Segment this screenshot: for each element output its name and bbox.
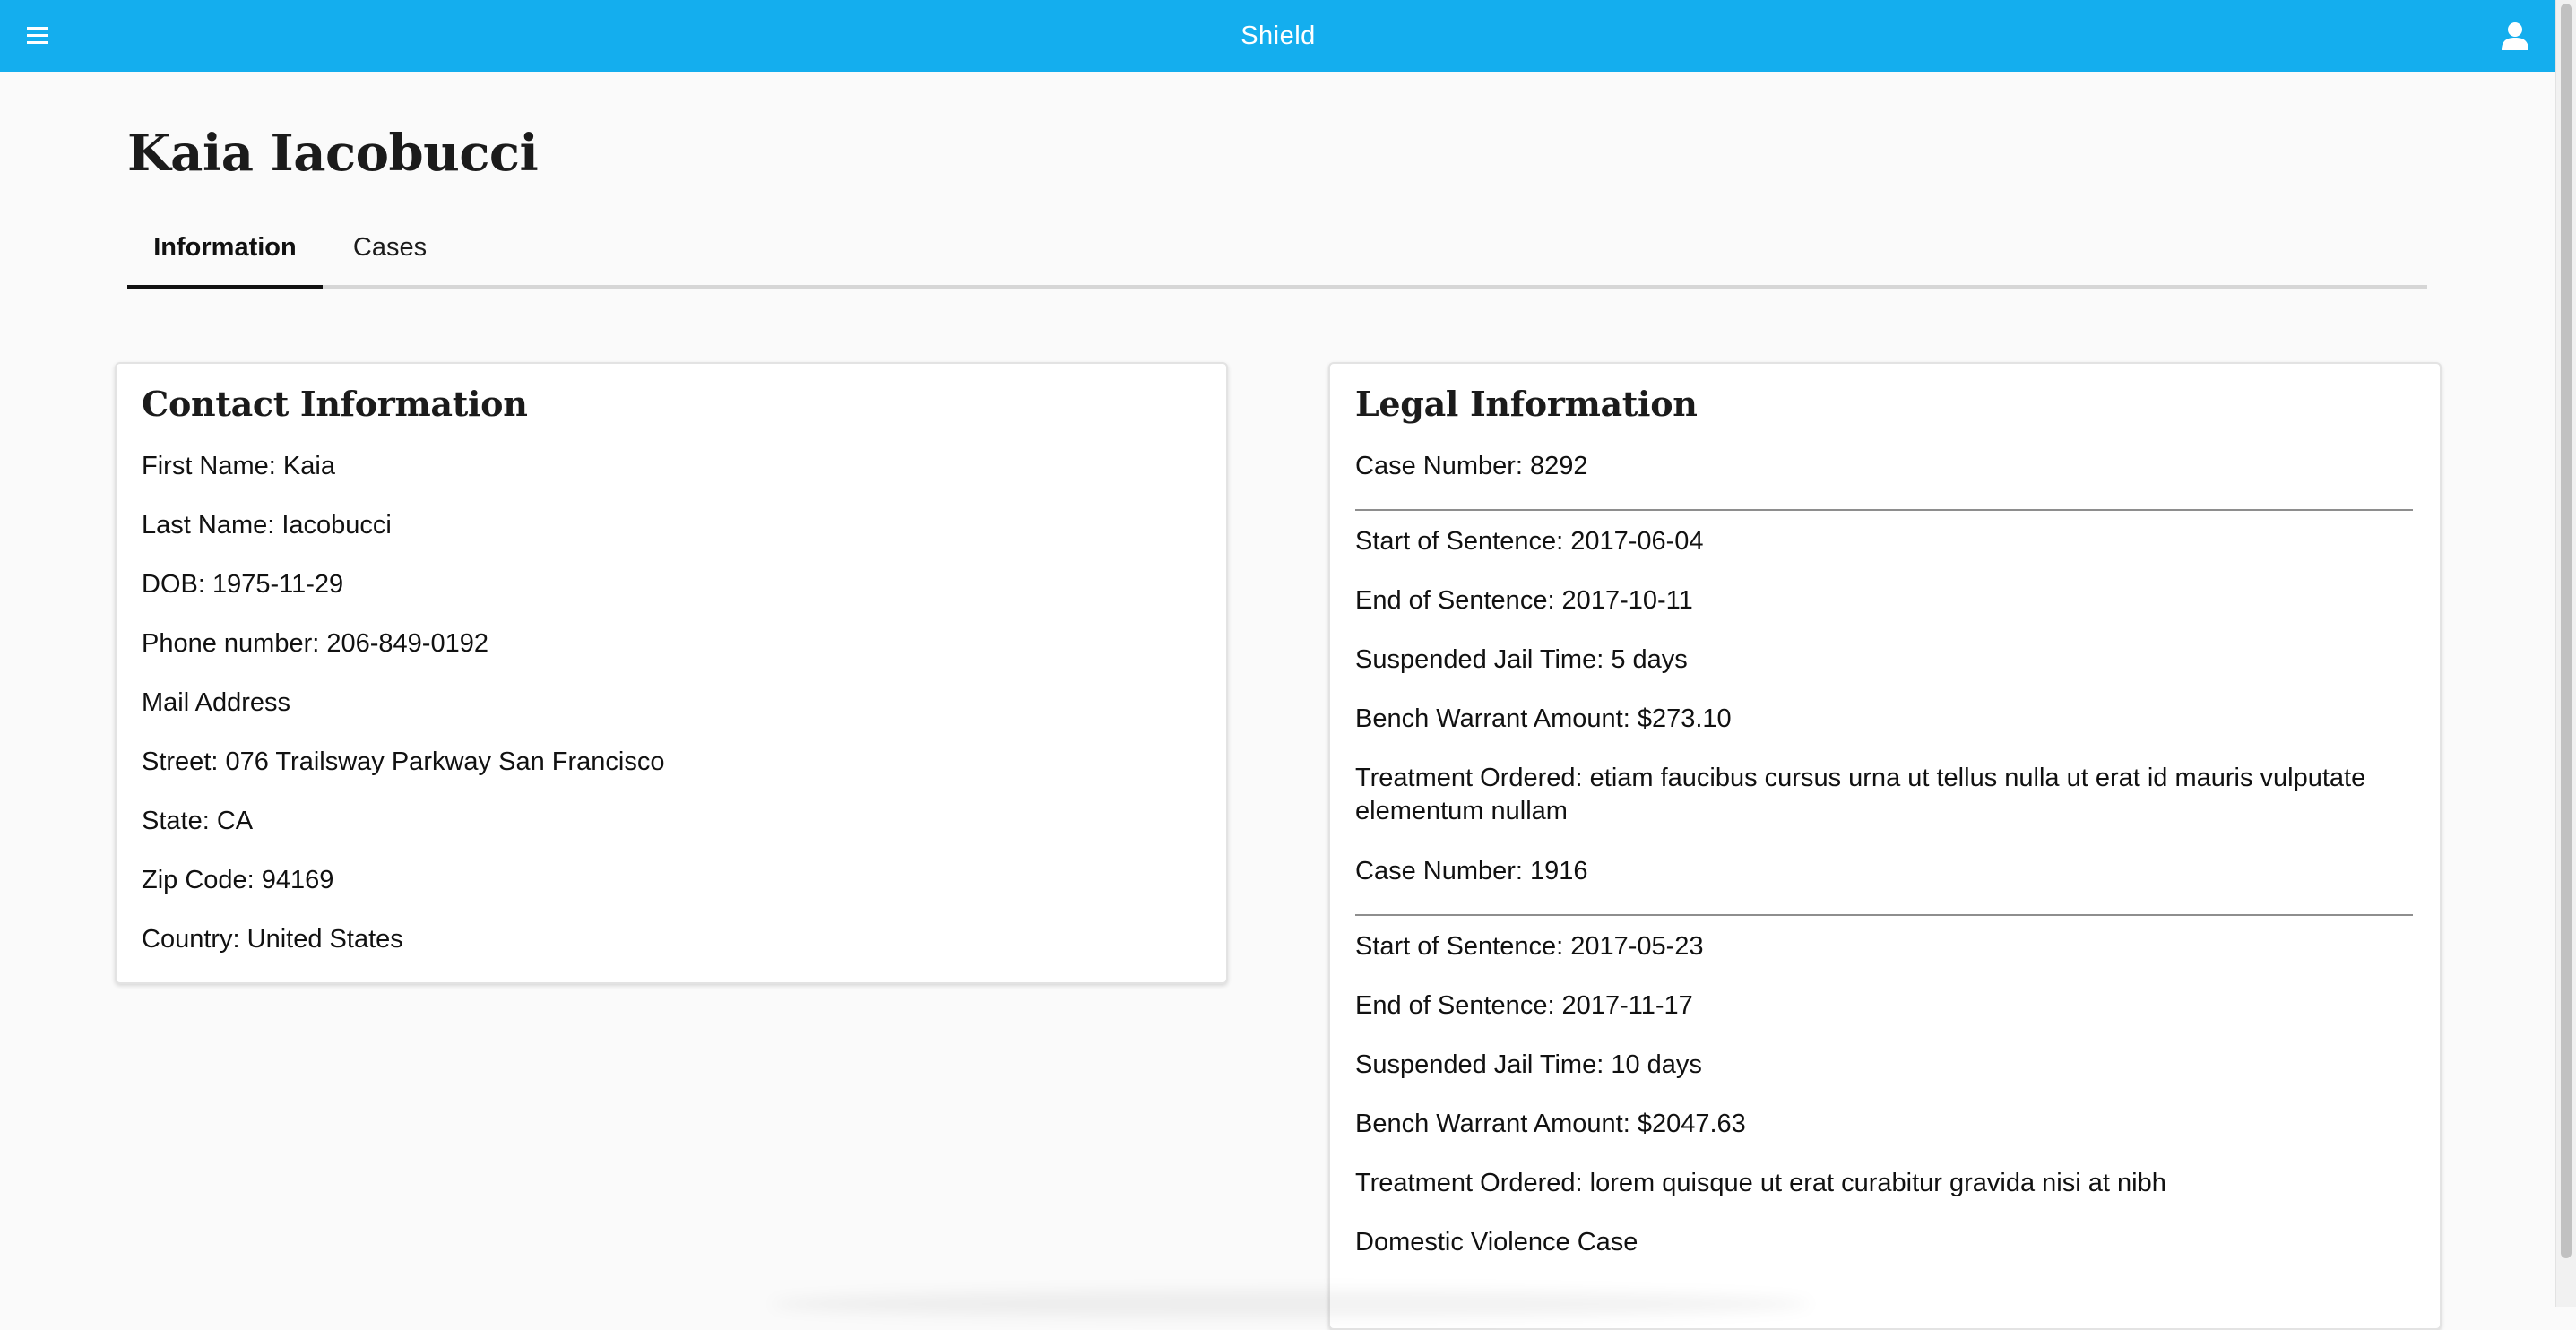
mail-address-label: Mail Address <box>142 688 291 717</box>
sentence-start-field: Start of Sentence: 2017-05-23 <box>1355 932 1704 961</box>
last-name-field: Last Name: Iacobucci <box>142 511 392 540</box>
floating-panel-shadow <box>771 1291 1811 1317</box>
sentence-start-field: Start of Sentence: 2017-06-04 <box>1355 527 1704 556</box>
suspended-jail-time-field: Suspended Jail Time: 5 days <box>1355 645 1688 674</box>
legal-information-card: Legal Information Case Number: 8292 Star… <box>1328 362 2442 1330</box>
state-field: State: CA <box>142 807 254 835</box>
contact-information-card: Contact Information First Name: Kaia Las… <box>115 362 1228 984</box>
tab-cases[interactable]: Cases <box>323 215 457 285</box>
card-heading: Contact Information <box>142 384 528 424</box>
tab-information[interactable]: Information <box>127 215 323 289</box>
dob-field: DOB: 1975-11-29 <box>142 570 344 599</box>
page-title: Kaia Iacobucci <box>127 124 539 183</box>
country-field: Country: United States <box>142 925 403 954</box>
case-divider <box>1355 914 2413 916</box>
menu-icon[interactable] <box>27 24 50 48</box>
phone-field: Phone number: 206-849-0192 <box>142 629 488 658</box>
sentence-end-field: End of Sentence: 2017-10-11 <box>1355 586 1693 615</box>
user-icon[interactable] <box>2499 20 2531 52</box>
tab-bar: Information Cases <box>127 215 2427 289</box>
app-title: Shield <box>1240 21 1316 50</box>
first-name-field: First Name: Kaia <box>142 452 335 480</box>
card-heading: Legal Information <box>1355 384 1698 424</box>
treatment-ordered-field: Treatment Ordered: etiam faucibus cursus… <box>1355 764 2366 825</box>
page-scrollbar[interactable] <box>2555 0 2576 1307</box>
sentence-end-field: End of Sentence: 2017-11-17 <box>1355 991 1693 1020</box>
case-divider <box>1355 509 2413 511</box>
suspended-jail-time-field: Suspended Jail Time: 10 days <box>1355 1050 1702 1079</box>
scrollbar-thumb[interactable] <box>2561 4 2572 1258</box>
zip-code-field: Zip Code: 94169 <box>142 866 334 894</box>
app-header: Shield <box>0 0 2556 72</box>
street-field: Street: 076 Trailsway Parkway San Franci… <box>142 747 665 776</box>
treatment-ordered-field: Treatment Ordered: lorem quisque ut erat… <box>1355 1169 2166 1197</box>
case-number-field: Case Number: 1916 <box>1355 857 1588 885</box>
case-number-field: Case Number: 8292 <box>1355 452 1588 480</box>
bench-warrant-field: Bench Warrant Amount: $2047.63 <box>1355 1110 1746 1138</box>
bench-warrant-field: Bench Warrant Amount: $273.10 <box>1355 704 1732 733</box>
domestic-violence-label: Domestic Violence Case <box>1355 1228 1638 1257</box>
